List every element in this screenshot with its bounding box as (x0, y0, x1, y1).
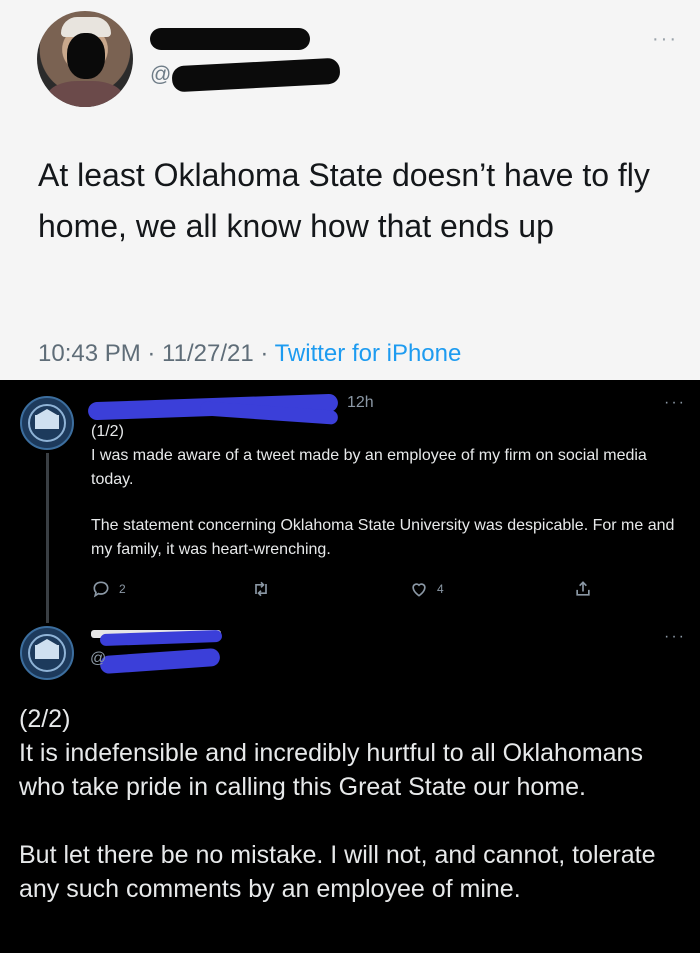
tweet-timestamp[interactable]: 10:43 PM · 11/27/21 · (38, 340, 275, 367)
tweet-paragraph: But let there be no mistake. I will not,… (19, 841, 656, 903)
tweet-actions: 2 4 (91, 579, 611, 601)
handle-prefix: @ (90, 650, 107, 667)
reply-count: 2 (119, 582, 126, 596)
thread-connector (46, 453, 49, 623)
retweet-icon (255, 581, 267, 597)
tweet-text: (1/2) I was made aware of a tweet made b… (91, 420, 681, 584)
tweet-text: At least Oklahoma State doesn’t have to … (38, 157, 650, 244)
redacted-handle (99, 647, 221, 675)
avatar[interactable] (37, 11, 133, 107)
more-options-icon[interactable]: ··· (664, 394, 686, 412)
tweet-source[interactable]: Twitter for iPhone (275, 340, 462, 367)
like-button[interactable]: 4 (409, 579, 444, 599)
tweet-paragraph: The statement concerning Oklahoma State … (91, 517, 675, 558)
more-options-icon[interactable]: ··· (652, 28, 678, 51)
redacted-name (150, 28, 310, 50)
reply-button[interactable]: 2 (91, 579, 126, 599)
redacted-face (67, 33, 105, 79)
tweet-paragraph: (1/2) I was made aware of a tweet made b… (91, 423, 647, 488)
share-button[interactable] (573, 579, 593, 599)
retweet-button[interactable] (251, 579, 271, 599)
like-count: 4 (437, 582, 444, 596)
handle-prefix: @ (150, 63, 172, 86)
reply-icon (93, 581, 109, 598)
tweet-paragraph: (2/2) It is indefensible and incredibly … (19, 705, 643, 801)
tweet-time[interactable]: 12h (347, 394, 374, 412)
shirt-shape (47, 81, 123, 107)
thread: 12h ··· (1/2) I was made aware of a twee… (0, 380, 700, 953)
share-icon (576, 581, 590, 596)
capitol-building (35, 645, 59, 659)
redacted-handle (171, 57, 341, 93)
avatar[interactable] (20, 626, 74, 680)
tweet-meta: 10:43 PM · 11/27/21 · Twitter for iPhone (38, 340, 461, 368)
tweet-1: @ ··· At least Oklahoma State doesn’t ha… (0, 0, 700, 380)
tweet-text: (2/2) It is indefensible and incredibly … (19, 702, 689, 940)
more-options-icon[interactable]: ··· (664, 628, 686, 646)
heart-icon (412, 583, 426, 597)
capitol-building (35, 415, 59, 429)
avatar[interactable] (20, 396, 74, 450)
